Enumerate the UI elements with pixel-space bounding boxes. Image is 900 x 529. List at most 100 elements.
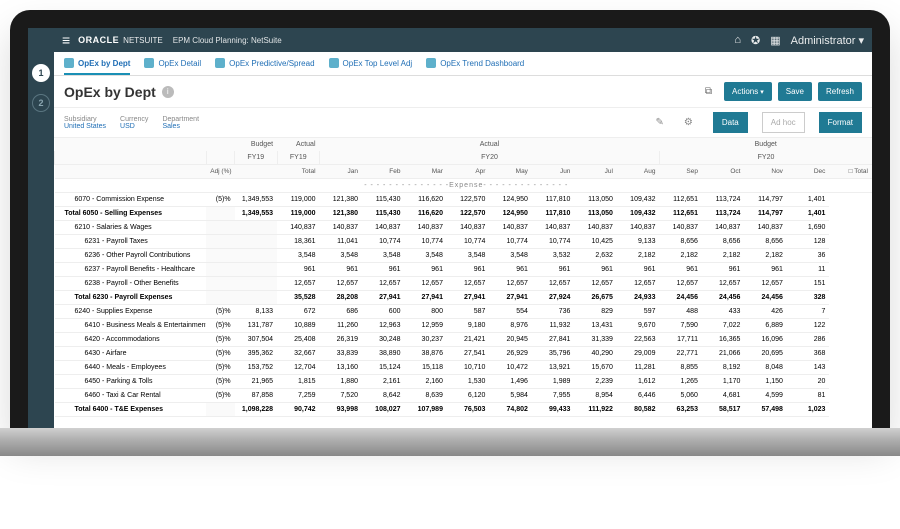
cell-value[interactable]: 8,192 bbox=[702, 361, 744, 375]
cell-value[interactable]: 24,933 bbox=[617, 291, 660, 305]
cell-total[interactable]: 119,000 bbox=[277, 207, 319, 221]
cell-total[interactable]: 10,889 bbox=[277, 319, 319, 333]
cell-value[interactable]: 12,657 bbox=[574, 277, 616, 291]
cell-row-total[interactable]: 1,690 bbox=[787, 221, 829, 235]
cell-value[interactable]: 8,656 bbox=[702, 235, 744, 249]
cell-value[interactable]: 15,124 bbox=[362, 361, 404, 375]
cell-value[interactable]: 74,802 bbox=[489, 403, 531, 417]
cell-value[interactable]: 140,837 bbox=[744, 221, 786, 235]
row-label[interactable]: 6210 - Salaries & Wages bbox=[55, 221, 207, 235]
cell-value[interactable]: 124,950 bbox=[489, 193, 531, 207]
cell-value[interactable]: 1,530 bbox=[447, 375, 489, 389]
help-icon[interactable]: ✪ bbox=[751, 34, 760, 47]
cell-value[interactable]: 12,657 bbox=[532, 277, 574, 291]
cell-value[interactable]: 9,670 bbox=[617, 319, 660, 333]
cell-adj[interactable]: (5)% bbox=[206, 305, 234, 319]
cell-value[interactable]: 12,657 bbox=[489, 277, 531, 291]
cell-value[interactable]: 114,797 bbox=[744, 207, 786, 221]
cell-value[interactable]: 1,612 bbox=[617, 375, 660, 389]
cell-value[interactable]: 76,503 bbox=[447, 403, 489, 417]
cell-value[interactable]: 27,941 bbox=[489, 291, 531, 305]
cell-value[interactable]: 12,657 bbox=[659, 277, 701, 291]
cell-value[interactable]: 10,774 bbox=[447, 235, 489, 249]
cell-value[interactable]: 961 bbox=[532, 263, 574, 277]
cell-value[interactable]: 122,570 bbox=[447, 207, 489, 221]
grid-icon[interactable]: ▦ bbox=[770, 34, 780, 47]
cell-total[interactable]: 140,837 bbox=[277, 221, 319, 235]
cell-value[interactable]: 1,170 bbox=[702, 375, 744, 389]
cell-value[interactable]: 1,880 bbox=[320, 375, 362, 389]
cell-total[interactable]: 961 bbox=[277, 263, 319, 277]
cell-value[interactable]: 3,548 bbox=[362, 249, 404, 263]
cell-row-total[interactable]: 81 bbox=[787, 389, 829, 403]
cell-value[interactable]: 9,180 bbox=[447, 319, 489, 333]
cell-row-total[interactable]: 143 bbox=[787, 361, 829, 375]
row-label[interactable]: 6240 - Supplies Expense bbox=[55, 305, 207, 319]
cell-value[interactable]: 27,841 bbox=[532, 333, 574, 347]
cell-row-total[interactable]: 128 bbox=[787, 235, 829, 249]
cell-row-total[interactable]: 11 bbox=[787, 263, 829, 277]
cell-value[interactable]: 2,182 bbox=[702, 249, 744, 263]
cell-value[interactable]: 554 bbox=[489, 305, 531, 319]
cell-value[interactable]: 2,182 bbox=[744, 249, 786, 263]
cell-value[interactable]: 24,456 bbox=[744, 291, 786, 305]
cell-value[interactable]: 115,430 bbox=[362, 207, 404, 221]
cell-value[interactable]: 140,837 bbox=[617, 221, 660, 235]
cell-value[interactable]: 140,837 bbox=[320, 221, 362, 235]
user-menu[interactable]: Administrator ▾ bbox=[791, 34, 864, 47]
hamburger-icon[interactable]: ≡ bbox=[62, 32, 70, 48]
cell-value[interactable]: 107,989 bbox=[404, 403, 446, 417]
cell-value[interactable]: 3,548 bbox=[447, 249, 489, 263]
row-label[interactable]: 6440 - Meals - Employees bbox=[55, 361, 207, 375]
cell-value[interactable]: 2,182 bbox=[617, 249, 660, 263]
mode-adhoc-button[interactable]: Ad hoc bbox=[762, 112, 805, 133]
cell-value[interactable]: 8,639 bbox=[404, 389, 446, 403]
cell-adj[interactable]: (5)% bbox=[206, 389, 234, 403]
cell-value[interactable]: 2,182 bbox=[659, 249, 701, 263]
cell-total[interactable]: 18,361 bbox=[277, 235, 319, 249]
cell-adj[interactable]: (5)% bbox=[206, 347, 234, 361]
cell-value[interactable]: 12,657 bbox=[404, 277, 446, 291]
cell-adj[interactable]: (5)% bbox=[206, 319, 234, 333]
cell-total[interactable]: 32,667 bbox=[277, 347, 319, 361]
cell-budget[interactable]: 1,349,553 bbox=[235, 193, 277, 207]
save-button[interactable]: Save bbox=[778, 82, 812, 101]
cell-value[interactable]: 11,281 bbox=[617, 361, 660, 375]
cell-value[interactable]: 10,472 bbox=[489, 361, 531, 375]
cell-value[interactable]: 8,656 bbox=[744, 235, 786, 249]
cell-value[interactable]: 93,998 bbox=[320, 403, 362, 417]
cell-value[interactable]: 4,681 bbox=[702, 389, 744, 403]
cell-value[interactable]: 16,365 bbox=[702, 333, 744, 347]
cell-value[interactable]: 15,670 bbox=[574, 361, 616, 375]
cell-value[interactable]: 112,651 bbox=[659, 193, 701, 207]
cell-value[interactable]: 600 bbox=[362, 305, 404, 319]
cell-value[interactable]: 1,150 bbox=[744, 375, 786, 389]
cell-adj[interactable] bbox=[206, 235, 234, 249]
cell-value[interactable]: 21,421 bbox=[447, 333, 489, 347]
cell-value[interactable]: 686 bbox=[320, 305, 362, 319]
cell-value[interactable]: 8,642 bbox=[362, 389, 404, 403]
table-row[interactable]: 6237 - Payroll Benefits - Healthcare9619… bbox=[55, 263, 873, 277]
cell-value[interactable]: 117,810 bbox=[532, 193, 574, 207]
row-label[interactable]: 6410 - Business Meals & Entertainment bbox=[55, 319, 207, 333]
cell-total[interactable]: 12,704 bbox=[277, 361, 319, 375]
cell-total[interactable]: 90,742 bbox=[277, 403, 319, 417]
cell-value[interactable]: 12,657 bbox=[702, 277, 744, 291]
cell-value[interactable]: 63,253 bbox=[659, 403, 701, 417]
row-label[interactable]: Total 6050 - Selling Expenses bbox=[55, 207, 207, 221]
cell-value[interactable]: 80,582 bbox=[617, 403, 660, 417]
table-row[interactable]: 6238 - Payroll - Other Benefits12,65712,… bbox=[55, 277, 873, 291]
table-row[interactable]: 6210 - Salaries & Wages140,837140,837140… bbox=[55, 221, 873, 235]
cell-value[interactable]: 587 bbox=[447, 305, 489, 319]
cell-value[interactable]: 27,924 bbox=[532, 291, 574, 305]
cell-value[interactable]: 2,632 bbox=[574, 249, 616, 263]
cell-value[interactable]: 117,810 bbox=[532, 207, 574, 221]
tab-opex-trend[interactable]: OpEx Trend Dashboard bbox=[426, 58, 524, 75]
cell-adj[interactable]: (5)% bbox=[206, 333, 234, 347]
cell-budget[interactable] bbox=[235, 291, 277, 305]
tab-opex-predictive[interactable]: OpEx Predictive/Spread bbox=[215, 58, 314, 75]
pencil-icon[interactable]: ✎ bbox=[655, 117, 663, 128]
cell-value[interactable]: 736 bbox=[532, 305, 574, 319]
cell-value[interactable]: 7,520 bbox=[320, 389, 362, 403]
cell-value[interactable]: 8,855 bbox=[659, 361, 701, 375]
